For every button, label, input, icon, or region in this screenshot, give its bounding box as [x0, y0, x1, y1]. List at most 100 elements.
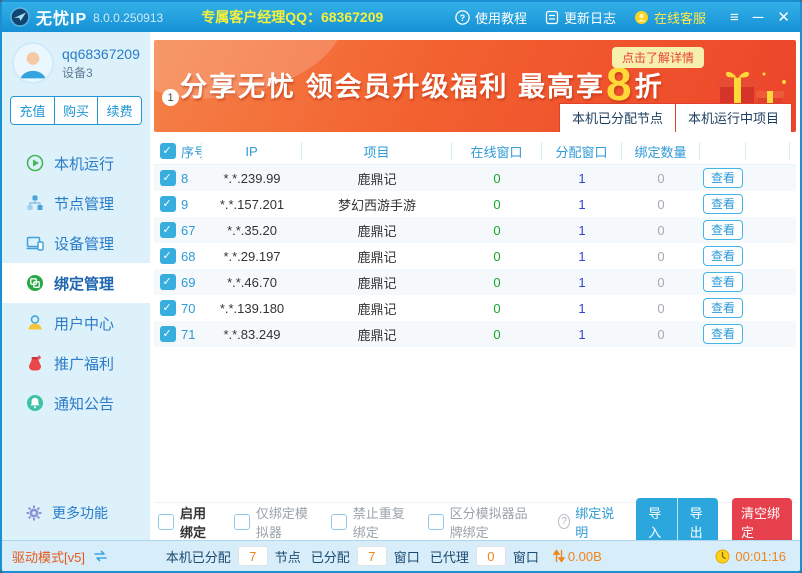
row-assigned: 1	[578, 196, 586, 212]
header-ip: IP	[202, 142, 302, 160]
header-bound-count: 绑定数量	[622, 142, 700, 160]
row-bound: 0	[657, 170, 665, 186]
header-online-windows: 在线窗口	[452, 142, 542, 160]
view-button[interactable]: 查看	[702, 193, 743, 215]
node-table: 序号 IP 项目 在线窗口 分配窗口 绑定数量 8 *.*.239.99 鹿鼎记	[154, 138, 796, 347]
menu-button[interactable]: ≡	[730, 10, 739, 25]
recharge-button[interactable]: 充值	[11, 97, 55, 124]
sidebar-item-binding-management[interactable]: 绑定管理	[2, 263, 150, 303]
sidebar: qq68367209 设备3 充值 购买 续费 本机运行 节点管理 设备管理 绑…	[2, 32, 150, 540]
nodes-icon	[27, 195, 43, 210]
proxy-window-count: 0	[475, 546, 506, 566]
import-button[interactable]: 导入	[636, 497, 678, 546]
no-duplicate-checkbox-group[interactable]: 禁止重复绑定	[330, 503, 412, 541]
avatar[interactable]	[12, 42, 54, 84]
row-bound: 0	[657, 300, 665, 316]
app-window: 无忧IP 8.0.0.250913 专属客户经理QQ：68367209 ? 使用…	[0, 0, 802, 573]
row-seq: 70	[181, 300, 196, 316]
header-project: 项目	[302, 142, 452, 160]
enable-binding-checkbox-group[interactable]: 启用绑定	[158, 503, 218, 541]
app-version: 8.0.0.250913	[93, 11, 164, 25]
banner-page-indicator[interactable]: 1	[162, 89, 179, 106]
select-all-checkbox[interactable]	[160, 143, 176, 159]
more-functions-button[interactable]: 更多功能	[2, 496, 150, 530]
sidebar-item-label: 通知公告	[54, 395, 115, 413]
row-checkbox[interactable]	[160, 300, 176, 316]
status-bar: 驱动模式[v5] 本机已分配 7 节点 已分配 7 窗口 已代理 0 窗口 0.…	[2, 540, 800, 571]
export-button[interactable]: 导出	[677, 497, 718, 546]
row-online: 0	[493, 326, 501, 342]
main-panel: 分享无忧 领会员升级福利 最高享 8 折 点击了解详情 1 本机已分配节点 本机运行	[150, 32, 800, 546]
brand-binding-label: 区分模拟器品牌绑定	[449, 505, 528, 540]
support-label: 在线客服	[654, 10, 707, 26]
window-unit-label: 窗口	[393, 549, 420, 565]
renew-button[interactable]: 续费	[98, 97, 141, 124]
changelog-icon	[545, 10, 559, 24]
view-button[interactable]: 查看	[702, 323, 743, 345]
minimize-button[interactable]: ─	[753, 10, 764, 25]
row-online: 0	[493, 222, 501, 238]
sidebar-item-node-management[interactable]: 节点管理	[2, 183, 150, 223]
binding-help-link[interactable]: ? 绑定说明	[558, 503, 616, 541]
row-seq: 67	[181, 222, 196, 238]
row-online: 0	[493, 170, 501, 186]
emulator-only-checkbox-group[interactable]: 仅绑定模拟器	[233, 503, 315, 541]
view-button[interactable]: 查看	[702, 245, 743, 267]
row-checkbox[interactable]	[160, 196, 176, 212]
row-seq: 68	[181, 248, 196, 264]
no-duplicate-checkbox[interactable]	[330, 513, 347, 530]
changelog-button[interactable]: 更新日志	[545, 8, 616, 27]
sidebar-item-user-center[interactable]: 用户中心	[2, 303, 150, 343]
banner-details-badge[interactable]: 点击了解详情	[611, 47, 704, 68]
row-project: 鹿鼎记	[357, 301, 397, 317]
emulator-only-label: 仅绑定模拟器	[255, 505, 308, 540]
row-checkbox[interactable]	[160, 248, 176, 264]
tab-running-projects[interactable]: 本机运行中项目	[674, 104, 791, 132]
node-unit-label: 节点	[274, 549, 301, 565]
bind-icon	[27, 275, 43, 291]
row-checkbox[interactable]	[160, 326, 176, 342]
sidebar-item-promotion[interactable]: 推广福利	[2, 343, 150, 383]
support-button[interactable]: 在线客服	[634, 8, 706, 27]
enable-binding-checkbox[interactable]	[158, 513, 174, 530]
promo-banner[interactable]: 分享无忧 领会员升级福利 最高享 8 折 点击了解详情 1 本机已分配节点 本机运行	[154, 40, 796, 132]
table-row: 71 *.*.83.249 鹿鼎记 0 1 0 查看	[154, 321, 796, 347]
brand-binding-checkbox[interactable]	[427, 513, 444, 530]
proxy-label: 已代理	[429, 549, 469, 565]
sidebar-item-local-run[interactable]: 本机运行	[2, 143, 150, 183]
close-button[interactable]: ✕	[777, 10, 790, 25]
row-bound: 0	[657, 274, 665, 290]
sidebar-item-device-management[interactable]: 设备管理	[2, 223, 150, 263]
title-bar: 无忧IP 8.0.0.250913 专属客户经理QQ：68367209 ? 使用…	[2, 2, 800, 32]
tab-assigned-nodes[interactable]: 本机已分配节点	[559, 104, 675, 132]
table-row: 69 *.*.46.70 鹿鼎记 0 1 0 查看	[154, 269, 796, 295]
clear-binding-button[interactable]: 清空绑定	[731, 497, 792, 546]
row-project: 鹿鼎记	[357, 327, 397, 343]
view-button[interactable]: 查看	[702, 219, 743, 241]
row-seq: 71	[181, 326, 196, 342]
banner-headline-number: 8	[606, 58, 634, 111]
view-button[interactable]: 查看	[702, 297, 743, 319]
row-assigned: 1	[578, 248, 586, 264]
row-seq: 69	[181, 274, 196, 290]
brand-binding-checkbox-group[interactable]: 区分模拟器品牌绑定	[427, 503, 540, 541]
view-button[interactable]: 查看	[702, 271, 743, 293]
banner-headline: 分享无忧 领会员升级福利 最高享 8 折	[180, 61, 664, 107]
buy-button[interactable]: 购买	[54, 97, 99, 124]
binding-controls: 启用绑定 仅绑定模拟器 禁止重复绑定 区分模拟器品牌绑定 ? 绑定说明 导入 导…	[154, 497, 796, 546]
row-online: 0	[493, 274, 501, 290]
sidebar-item-announcements[interactable]: 通知公告	[2, 383, 150, 423]
view-button[interactable]: 查看	[702, 167, 743, 189]
driver-mode: 驱动模式[v5]	[12, 547, 109, 566]
switch-mode-icon[interactable]	[92, 549, 109, 563]
row-checkbox[interactable]	[160, 222, 176, 238]
app-title: 无忧IP	[36, 11, 88, 28]
sidebar-item-label: 用户中心	[54, 315, 115, 333]
row-seq: 9	[181, 196, 189, 212]
device-icon	[26, 236, 44, 251]
row-checkbox[interactable]	[160, 170, 176, 186]
table-row: 68 *.*.29.197 鹿鼎记 0 1 0 查看	[154, 243, 796, 269]
emulator-only-checkbox[interactable]	[233, 513, 250, 530]
row-checkbox[interactable]	[160, 274, 176, 290]
tutorial-button[interactable]: ? 使用教程	[455, 8, 527, 27]
